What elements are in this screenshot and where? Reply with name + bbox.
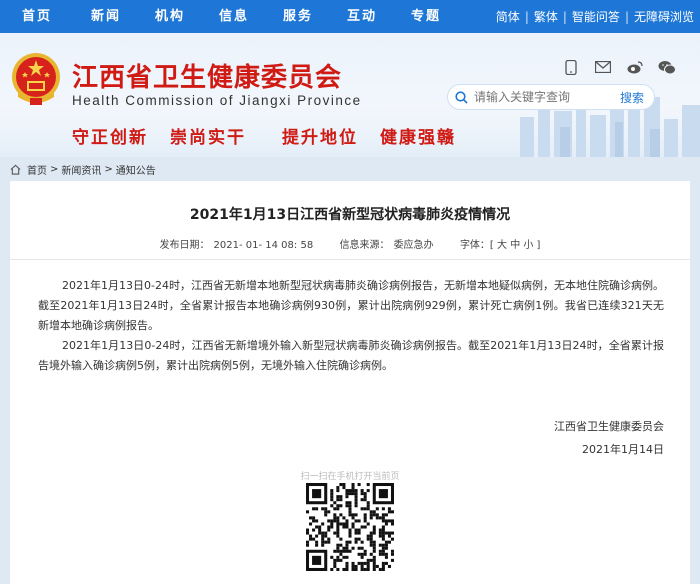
- divider: |: [562, 9, 567, 24]
- city-skyline-illustration: [520, 85, 700, 157]
- slogan: 守正创新: [72, 128, 148, 148]
- source-value: 委应急办: [393, 240, 434, 251]
- home-icon: [10, 164, 21, 175]
- slogan: 健康强赣: [380, 128, 456, 148]
- search-button[interactable]: 搜索: [620, 89, 644, 106]
- share-icons: [562, 59, 676, 75]
- nav-news[interactable]: 新闻: [74, 0, 138, 33]
- breadcrumb-separator: >: [50, 164, 59, 175]
- breadcrumb-separator: >: [104, 164, 113, 175]
- nav-information[interactable]: 信息: [202, 0, 266, 33]
- article-body: 2021年1月13日0-24时，江西省无新增本地新型冠状病毒肺炎确诊病例报告，无…: [38, 276, 664, 376]
- header-banner: 江西省卫生健康委员会 Health Commission of Jiangxi …: [0, 33, 700, 157]
- search-icon: [448, 90, 474, 104]
- paragraph: 2021年1月13日0-24时，江西省无新增本地新型冠状病毒肺炎确诊病例报告，无…: [38, 279, 664, 332]
- nav-topics[interactable]: 专题: [394, 0, 458, 33]
- article-card: 2021年1月13日江西省新型冠状病毒肺炎疫情情况 发布日期： 2021- 01-…: [10, 181, 690, 584]
- slogan: 提升地位: [282, 128, 358, 148]
- nav-service[interactable]: 服务: [266, 0, 330, 33]
- smart-qa-link[interactable]: 智能问答: [572, 8, 620, 25]
- signature-organization: 江西省卫生健康委员会: [554, 420, 664, 433]
- search-box: 搜索: [447, 84, 655, 110]
- traditional-chinese-link[interactable]: 繁体: [534, 8, 558, 25]
- article-meta: 发布日期： 2021- 01- 14 08: 58 信息来源： 委应急办 字体：[ …: [10, 236, 690, 251]
- mobile-icon[interactable]: [562, 59, 580, 75]
- breadcrumb-home[interactable]: 首页: [27, 162, 47, 177]
- nav-organization[interactable]: 机构: [138, 0, 202, 33]
- wechat-icon[interactable]: [658, 59, 676, 75]
- search-input[interactable]: [474, 90, 594, 104]
- slogan-bar: 守正创新 崇尚实干 提升地位 健康强赣: [72, 123, 456, 148]
- simplified-chinese-link[interactable]: 简体: [496, 8, 520, 25]
- site-title: 江西省卫生健康委员会: [72, 63, 343, 93]
- utility-links: 简体 | 繁体 | 智能问答 | 无障碍浏览: [496, 0, 694, 33]
- qr-code-icon: [306, 483, 394, 571]
- breadcrumb: 首页 > 新闻资讯 > 通知公告: [10, 162, 156, 177]
- source-label: 信息来源：: [339, 240, 390, 251]
- slogan: 崇尚实干: [170, 128, 246, 148]
- main-nav: 首页 新闻 机构 信息 服务 互动 专题: [0, 0, 458, 33]
- nav-home[interactable]: 首页: [0, 0, 74, 33]
- divider: |: [624, 9, 629, 24]
- signature-date: 2021年1月14日: [582, 443, 664, 456]
- publish-date-label: 发布日期：: [159, 240, 210, 251]
- top-nav: 首页 新闻 机构 信息 服务 互动 专题 简体 | 繁体 | 智能问答 | 无障…: [0, 0, 700, 33]
- national-emblem-icon: [12, 53, 60, 105]
- weibo-icon[interactable]: [626, 59, 644, 75]
- breadcrumb-notices[interactable]: 通知公告: [116, 162, 156, 177]
- qr-caption: 扫一扫在手机打开当前页: [300, 472, 400, 482]
- breadcrumb-news[interactable]: 新闻资讯: [61, 162, 101, 177]
- paragraph: 2021年1月13日0-24时，江西省无新增境外输入新型冠状病毒肺炎确诊病例报告…: [38, 339, 664, 372]
- publish-date: 2021- 01- 14 08: 58: [213, 240, 314, 251]
- divider: |: [524, 9, 529, 24]
- site-subtitle-english: Health Commission of Jiangxi Province: [72, 93, 362, 108]
- accessibility-link[interactable]: 无障碍浏览: [634, 8, 694, 25]
- mail-icon[interactable]: [594, 59, 612, 75]
- divider: [10, 259, 690, 260]
- nav-interaction[interactable]: 互动: [330, 0, 394, 33]
- article-title: 2021年1月13日江西省新型冠状病毒肺炎疫情情况: [189, 207, 511, 223]
- font-size-controls[interactable]: 字体：[ 大 中 小 ]: [460, 240, 541, 251]
